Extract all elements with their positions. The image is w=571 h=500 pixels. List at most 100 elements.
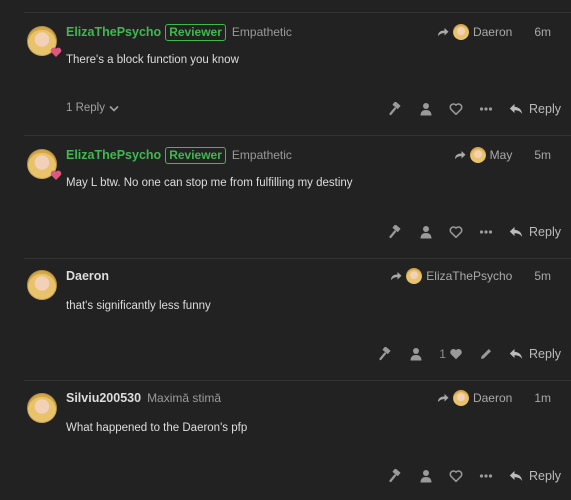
- divider: [24, 135, 571, 136]
- more-button[interactable]: [471, 222, 501, 242]
- post-body: that's significantly less funny: [66, 300, 211, 312]
- post-controls: 1 Reply: [371, 344, 561, 364]
- reviewer-badge[interactable]: Reviewer: [165, 146, 226, 164]
- reply-icon: [509, 349, 523, 359]
- admin-button[interactable]: [381, 222, 411, 242]
- user-icon: [410, 348, 422, 361]
- user-button[interactable]: [411, 99, 441, 119]
- user-title: Empathetic: [231, 148, 292, 162]
- heart-outline-icon: [449, 470, 463, 483]
- reply-to-avatar: [406, 268, 423, 284]
- user-title: Empathetic: [231, 25, 292, 39]
- post-header: Silviu200530 Maximă stimă Daeron 1m: [66, 388, 561, 408]
- heart-outline-icon: [449, 103, 463, 116]
- user-button[interactable]: [401, 344, 431, 364]
- reply-to-tab[interactable]: May 5m: [454, 145, 551, 165]
- heart-badge-icon: [50, 47, 62, 57]
- reply-to-name: Daeron: [472, 25, 513, 39]
- reply-to-name: ElizaThePsycho: [426, 269, 513, 283]
- edit-button[interactable]: [471, 344, 501, 364]
- reply-label: Reply: [529, 102, 561, 116]
- post-controls: Reply: [381, 222, 561, 242]
- more-button[interactable]: [471, 99, 501, 119]
- reply-icon: [509, 227, 523, 237]
- reply-to-name: May: [489, 148, 513, 162]
- post-2-avatar[interactable]: [27, 149, 62, 180]
- gavel-icon: [379, 347, 391, 361]
- heart-outline-icon: [449, 226, 463, 239]
- post-4-avatar[interactable]: [27, 393, 57, 423]
- share-arrow-icon: [437, 28, 449, 36]
- share-arrow-icon: [454, 151, 466, 159]
- avatar[interactable]: [27, 270, 57, 300]
- username[interactable]: ElizaThePsycho: [66, 148, 161, 162]
- replies-count: 1 Reply: [66, 102, 105, 114]
- user-button[interactable]: [411, 466, 441, 486]
- ellipsis-icon: [479, 474, 493, 478]
- admin-button[interactable]: [371, 344, 401, 364]
- divider: [24, 380, 571, 381]
- post-header: ElizaThePsycho Reviewer Empathetic May 5…: [66, 145, 561, 165]
- post-header: ElizaThePsycho Reviewer Empathetic Daero…: [66, 22, 561, 42]
- reply-to-tab[interactable]: ElizaThePsycho 5m: [390, 266, 551, 286]
- username[interactable]: Silviu200530: [66, 391, 141, 405]
- divider: [24, 12, 571, 13]
- chevron-down-icon: [109, 105, 119, 112]
- like-button[interactable]: [441, 222, 471, 242]
- reply-icon: [509, 471, 523, 481]
- post-date[interactable]: 5m: [534, 269, 551, 283]
- post-body: What happened to the Daeron's pfp: [66, 422, 248, 434]
- gavel-icon: [389, 469, 401, 483]
- admin-button[interactable]: [381, 466, 411, 486]
- post-body: There's a block function you know: [66, 54, 239, 66]
- reply-label: Reply: [529, 225, 561, 239]
- post-date[interactable]: 6m: [534, 25, 551, 39]
- gavel-icon: [389, 102, 401, 116]
- user-icon: [420, 470, 432, 483]
- reply-button[interactable]: Reply: [509, 347, 561, 361]
- like-count-button[interactable]: 1: [431, 344, 471, 364]
- gavel-icon: [389, 225, 401, 239]
- like-button[interactable]: [441, 99, 471, 119]
- share-arrow-icon: [437, 394, 449, 402]
- post-1-avatar[interactable]: [27, 26, 62, 57]
- ellipsis-icon: [479, 230, 493, 234]
- reply-to-tab[interactable]: Daeron 1m: [437, 388, 551, 408]
- reply-to-avatar: [452, 390, 469, 406]
- heart-icon: [450, 349, 462, 360]
- user-icon: [420, 226, 432, 239]
- share-arrow-icon: [391, 272, 402, 280]
- username[interactable]: Daeron: [66, 269, 109, 283]
- reply-button[interactable]: Reply: [509, 469, 561, 483]
- show-replies-button[interactable]: 1 Reply: [66, 102, 119, 114]
- user-icon: [420, 103, 432, 116]
- like-button[interactable]: [441, 466, 471, 486]
- reply-to-tab[interactable]: Daeron 6m: [437, 22, 551, 42]
- user-title: Maximă stimă: [147, 391, 222, 405]
- user-button[interactable]: [411, 222, 441, 242]
- ellipsis-icon: [479, 107, 493, 111]
- post-body: May L btw. No one can stop me from fulfi…: [66, 177, 353, 189]
- heart-badge-icon: [50, 170, 62, 180]
- admin-button[interactable]: [381, 99, 411, 119]
- reply-to-avatar: [469, 147, 486, 163]
- post-3-avatar[interactable]: [27, 270, 57, 300]
- post-controls: Reply: [381, 466, 561, 486]
- reply-icon: [509, 104, 523, 114]
- reply-to-avatar: [452, 24, 469, 40]
- post-date[interactable]: 5m: [534, 148, 551, 162]
- reply-label: Reply: [529, 469, 561, 483]
- reply-to-name: Daeron: [472, 391, 513, 405]
- post-header: Daeron ElizaThePsycho 5m: [66, 266, 561, 286]
- username[interactable]: ElizaThePsycho: [66, 25, 161, 39]
- reply-button[interactable]: Reply: [509, 102, 561, 116]
- reply-label: Reply: [529, 347, 561, 361]
- reviewer-badge[interactable]: Reviewer: [165, 23, 226, 41]
- divider: [24, 258, 571, 259]
- avatar[interactable]: [27, 393, 57, 423]
- post-date[interactable]: 1m: [534, 391, 551, 405]
- more-button[interactable]: [471, 466, 501, 486]
- reply-button[interactable]: Reply: [509, 225, 561, 239]
- topic-thread: ElizaThePsycho Reviewer Empathetic Daero…: [0, 0, 571, 500]
- like-count: 1: [439, 347, 446, 361]
